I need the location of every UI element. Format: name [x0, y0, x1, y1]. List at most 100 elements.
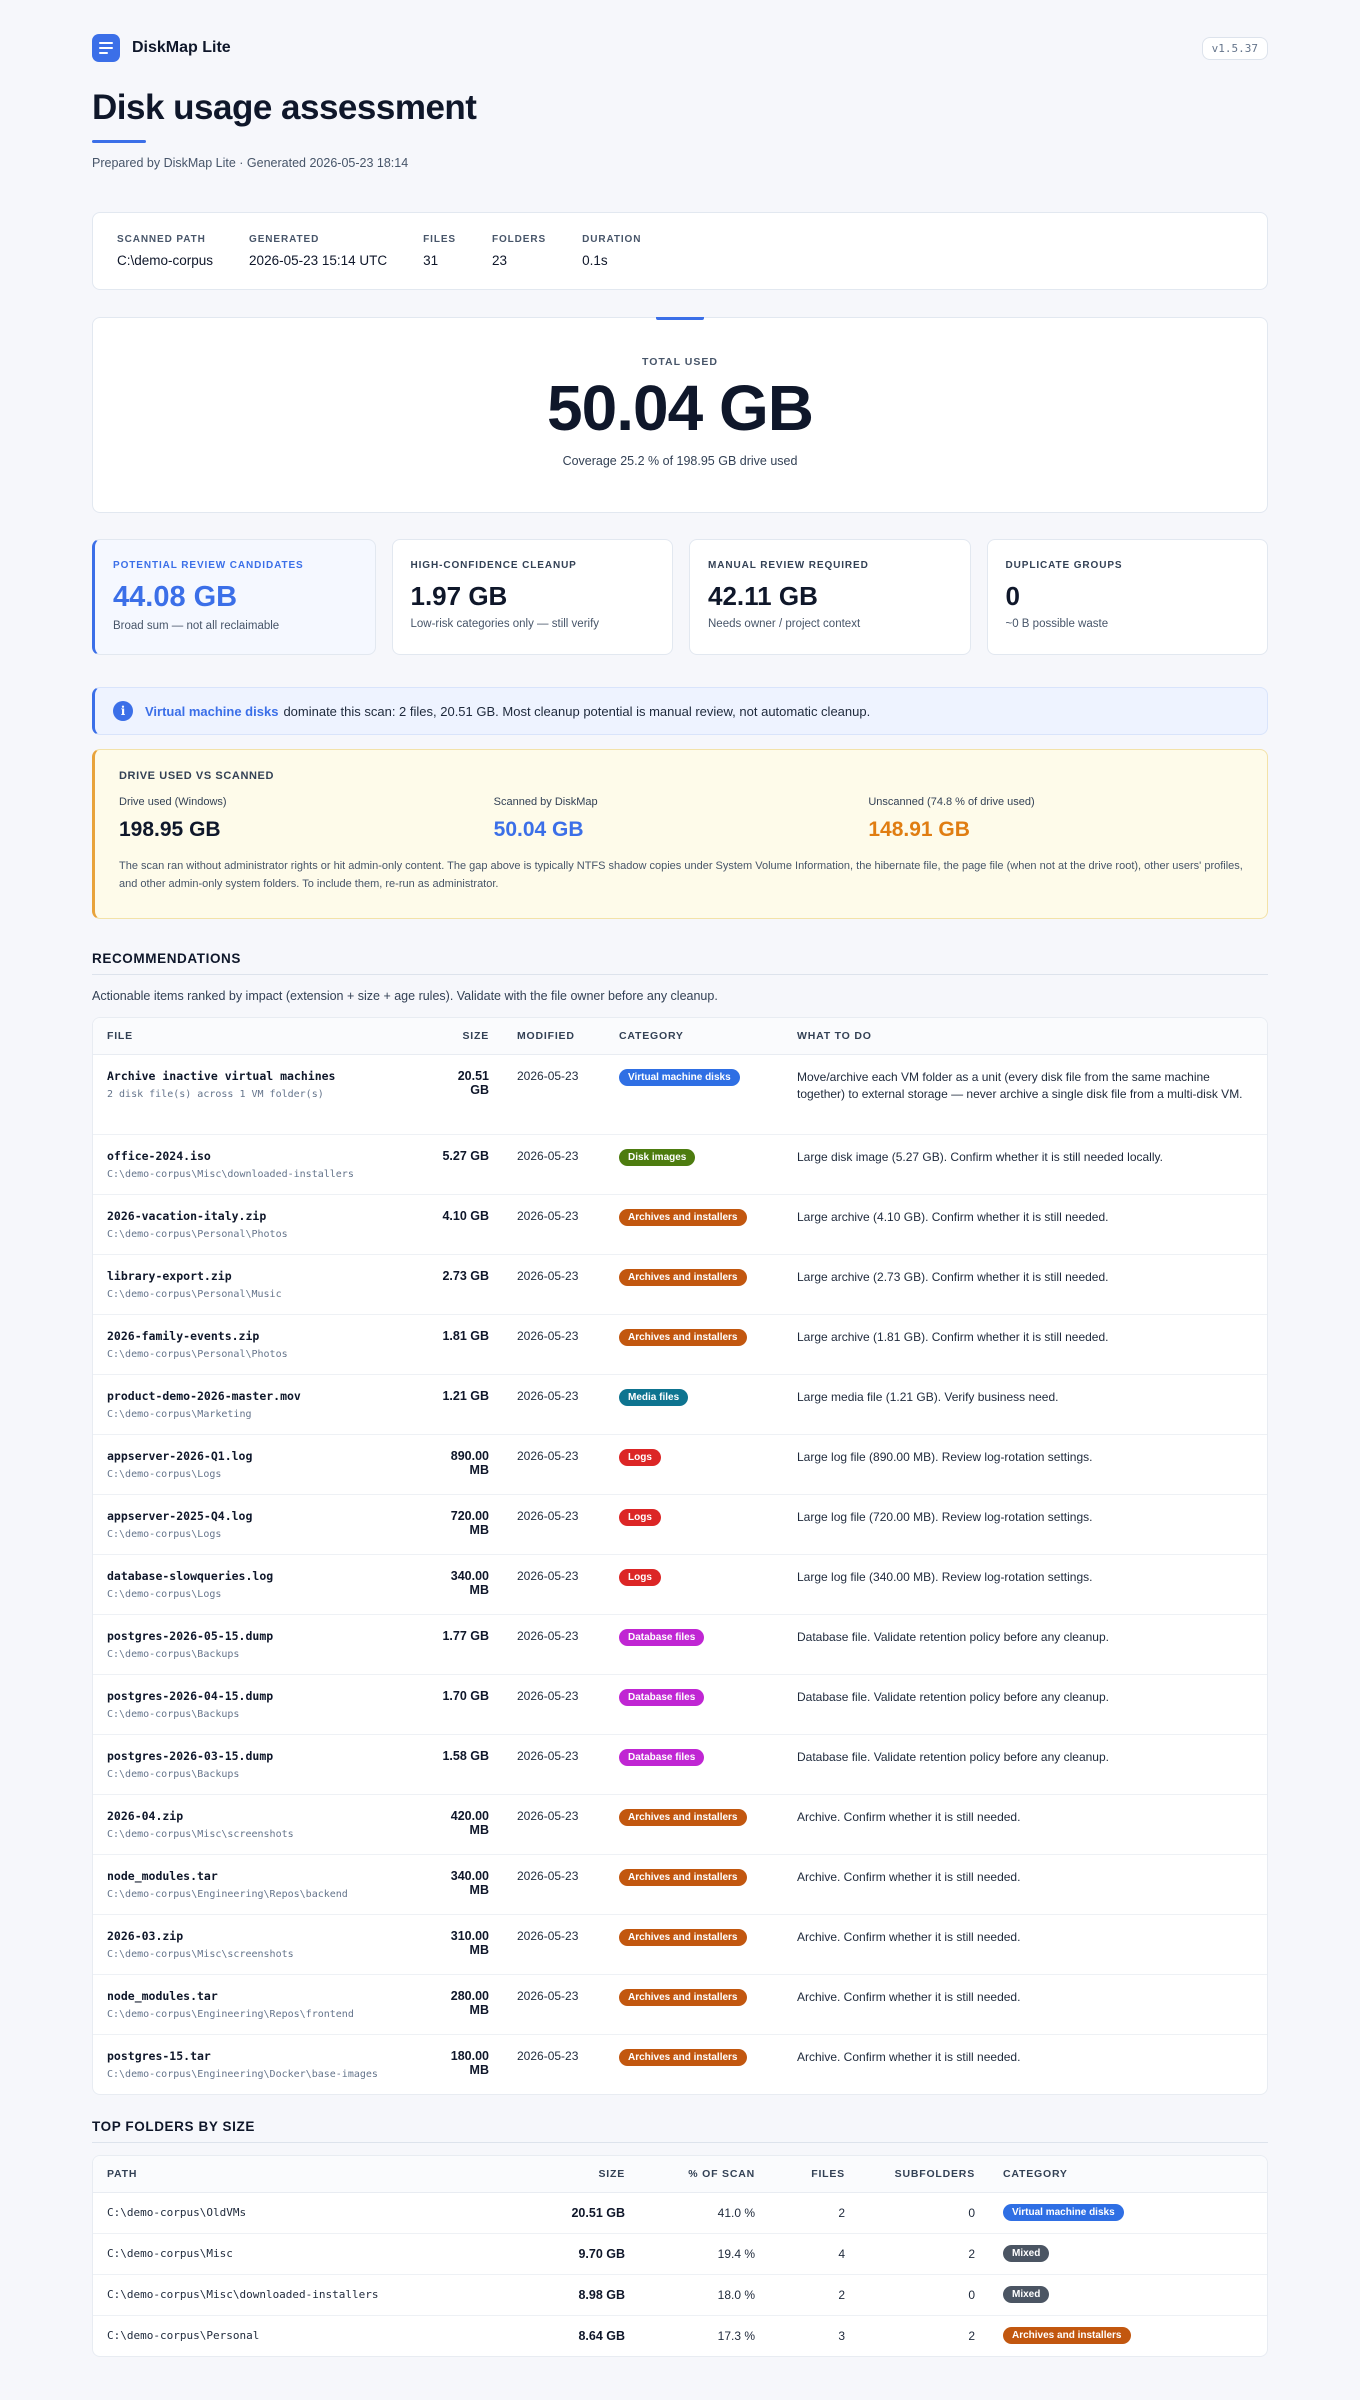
file-cell: office-2024.iso C:\demo-corpus\Misc\downl…: [93, 1134, 423, 1195]
folder-pct: 19.4 %: [639, 2233, 769, 2275]
table-row[interactable]: node_modules.tar C:\demo-corpus\Engineeri…: [93, 1854, 1267, 1915]
table-row[interactable]: C:\demo-corpus\Misc 9.70 GB 19.4 % 4 2 Mixed: [93, 2233, 1267, 2275]
table-row[interactable]: postgres-2026-03-15.dump C:\demo-corpus\B…: [93, 1734, 1267, 1795]
file-path: C:\demo-corpus\Misc\screenshots: [107, 1948, 294, 1960]
folder-subfolders: 2: [968, 2328, 975, 2343]
file-path: C:\demo-corpus\Logs: [107, 1528, 222, 1540]
table-row[interactable]: database-slowqueries.log C:\demo-corpus\L…: [93, 1554, 1267, 1615]
category-badge: Logs: [619, 1568, 661, 1586]
file-cell: Archive inactive virtual machines 2 disk …: [93, 1054, 423, 1135]
meta-duration: DURATION 0.1s: [582, 234, 642, 268]
table-row[interactable]: C:\demo-corpus\Personal 8.64 GB 17.3 % 3 2 Ar…: [93, 2315, 1267, 2356]
file-name: 2026-family-events.zip: [107, 1328, 260, 1343]
file-path: 2 disk file(s) across 1 VM folder(s): [107, 1088, 324, 1100]
file-modified: 2026-05-23: [503, 1194, 605, 1255]
col-category[interactable]: CATEGORY: [605, 1018, 783, 1055]
app-name: DiskMap Lite: [132, 39, 231, 56]
category-cell: Logs: [605, 1494, 783, 1555]
table-row[interactable]: C:\demo-corpus\OldVMs 20.51 GB 41.0 % 2 0 Vir…: [93, 2192, 1267, 2234]
drive-columns: Drive used (Windows) 198.95 GB Scanned b…: [119, 796, 1243, 842]
file-cell: appserver-2025-Q4.log C:\demo-corpus\Logs: [93, 1494, 423, 1555]
info-banner: i Virtual machine disks dominate this sc…: [92, 687, 1268, 735]
table-row[interactable]: C:\demo-corpus\Misc\downloaded-installer…: [93, 2274, 1267, 2316]
banner-highlight: Virtual machine disks: [145, 703, 279, 719]
file-name: 2026-03.zip: [107, 1928, 184, 1943]
col-pct[interactable]: % OF SCAN: [639, 2156, 769, 2193]
what-to-do: Large archive (4.10 GB). Confirm whether…: [783, 1194, 1267, 1255]
file-modified: 2026-05-23: [503, 1374, 605, 1435]
table-row[interactable]: appserver-2025-Q4.log C:\demo-corpus\Logs…: [93, 1494, 1267, 1555]
file-modified: 2026-05-23: [503, 1854, 605, 1915]
category-badge: Archives and installers: [1003, 2327, 1131, 2345]
banner-text: dominate this scan: 2 files, 20.51 GB. M…: [283, 703, 871, 719]
drive-title: DRIVE USED VS SCANNED: [119, 770, 275, 782]
total-used-card: TOTAL USED 50.04 GB Coverage 25.2 % of 1…: [92, 317, 1268, 513]
table-row[interactable]: postgres-15.tar C:\demo-corpus\Engineerin…: [93, 2034, 1267, 2094]
folder-files: 4: [769, 2233, 859, 2275]
category-badge: Archives and installers: [619, 2048, 747, 2066]
file-path: C:\demo-corpus\Backups: [107, 1768, 240, 1780]
folder-pct: 17.3 %: [717, 2328, 755, 2343]
table-row[interactable]: library-export.zip C:\demo-corpus\Persona…: [93, 1254, 1267, 1315]
table-row[interactable]: 2026-03.zip C:\demo-corpus\Misc\screensho…: [93, 1914, 1267, 1975]
table-row[interactable]: office-2024.iso C:\demo-corpus\Misc\downl…: [93, 1134, 1267, 1195]
col-subfolders[interactable]: SUBFOLDERS: [859, 2156, 989, 2193]
stat-review-candidates: POTENTIAL REVIEW CANDIDATES 44.08 GB Bro…: [92, 539, 376, 655]
folder-subfolders: 2: [859, 2233, 989, 2275]
category-cell: Logs: [605, 1434, 783, 1495]
col-what-to-do[interactable]: WHAT TO DO: [783, 1018, 1267, 1055]
table-row[interactable]: 2026-04.zip C:\demo-corpus\Misc\screensho…: [93, 1794, 1267, 1855]
folder-path: C:\demo-corpus\Personal: [107, 2329, 260, 2343]
col-category[interactable]: CATEGORY: [989, 2156, 1267, 2193]
col-size[interactable]: SIZE: [543, 2156, 639, 2193]
table-row[interactable]: node_modules.tar C:\demo-corpus\Engineeri…: [93, 1974, 1267, 2035]
table-row[interactable]: 2026-vacation-italy.zip C:\demo-corpus\Pe…: [93, 1194, 1267, 1255]
file-modified: 2026-05-23: [503, 1254, 605, 1315]
document-icon: [92, 34, 120, 62]
category-cell: Archives and installers: [605, 1314, 783, 1375]
table-row[interactable]: 2026-family-events.zip C:\demo-corpus\Per…: [93, 1314, 1267, 1375]
what-to-do: Database file. Validate retention policy…: [783, 1614, 1267, 1675]
category-cell: Archives and installers: [605, 1914, 783, 1975]
file-size: 1.70 GB: [423, 1674, 503, 1735]
folder-path: C:\demo-corpus\Misc\downloaded-installer…: [93, 2274, 543, 2316]
col-files[interactable]: FILES: [769, 2156, 859, 2193]
meta-files: FILES 31: [423, 234, 456, 268]
file-name: postgres-2026-03-15.dump: [107, 1748, 274, 1763]
category-badge: Archives and installers: [619, 1208, 747, 1226]
folder-path: C:\demo-corpus\Misc: [93, 2233, 543, 2275]
col-size[interactable]: SIZE: [423, 1018, 503, 1055]
file-path: C:\demo-corpus\Engineering\Docker\base-i…: [107, 2068, 378, 2080]
file-name: 2026-vacation-italy.zip: [107, 1208, 267, 1223]
table-row[interactable]: postgres-2026-05-15.dump C:\demo-corpus\B…: [93, 1614, 1267, 1675]
what-to-do: Archive. Confirm whether it is still nee…: [783, 1794, 1267, 1855]
file-modified: 2026-05-23: [503, 1614, 605, 1675]
col-path[interactable]: PATH: [93, 2156, 543, 2193]
category-badge: Logs: [619, 1508, 661, 1526]
category-cell: Mixed: [989, 2233, 1267, 2275]
what-to-do: Large media file (1.21 GB). Verify busin…: [783, 1374, 1267, 1435]
file-size: 890.00 MB: [423, 1434, 503, 1495]
file-modified: 2026-05-23: [517, 2048, 579, 2063]
col-modified[interactable]: MODIFIED: [503, 1018, 605, 1055]
file-size: 420.00 MB: [423, 1794, 503, 1855]
drive-unscanned-col: Unscanned (74.8 % of drive used) 148.91 …: [868, 796, 1035, 841]
folder-pct: 41.0 %: [639, 2192, 769, 2234]
table-row[interactable]: appserver-2026-Q1.log C:\demo-corpus\Logs…: [93, 1434, 1267, 1495]
file-modified: 2026-05-23: [503, 1734, 605, 1795]
stat-manual-review: MANUAL REVIEW REQUIRED 42.11 GB Needs ow…: [689, 539, 971, 655]
category-cell: Archives and installers: [605, 1854, 783, 1915]
table-header-row: PATH SIZE % OF SCAN FILES SUBFOLDERS CAT…: [93, 2156, 1267, 2193]
table-row[interactable]: product-demo-2026-master.mov C:\demo-corp…: [93, 1374, 1267, 1435]
file-cell: library-export.zip C:\demo-corpus\Persona…: [93, 1254, 423, 1315]
what-to-do: Large disk image (5.27 GB). Confirm whet…: [783, 1134, 1267, 1195]
file-size: 720.00 MB: [423, 1494, 503, 1555]
top-folders-body: C:\demo-corpus\OldVMs 20.51 GB 41.0 % 2 0 Vir…: [93, 2192, 1267, 2356]
table-row[interactable]: postgres-2026-04-15.dump C:\demo-corpus\B…: [93, 1674, 1267, 1735]
table-row[interactable]: Archive inactive virtual machines 2 disk …: [93, 1054, 1267, 1135]
recommendations-section: RECOMMENDATIONS Actionable items ranked …: [92, 951, 1268, 2095]
category-cell: Database files: [605, 1614, 783, 1675]
category-badge: Archives and installers: [619, 1808, 747, 1826]
col-file[interactable]: FILE: [93, 1018, 423, 1055]
file-path: C:\demo-corpus\Backups: [107, 1708, 240, 1720]
